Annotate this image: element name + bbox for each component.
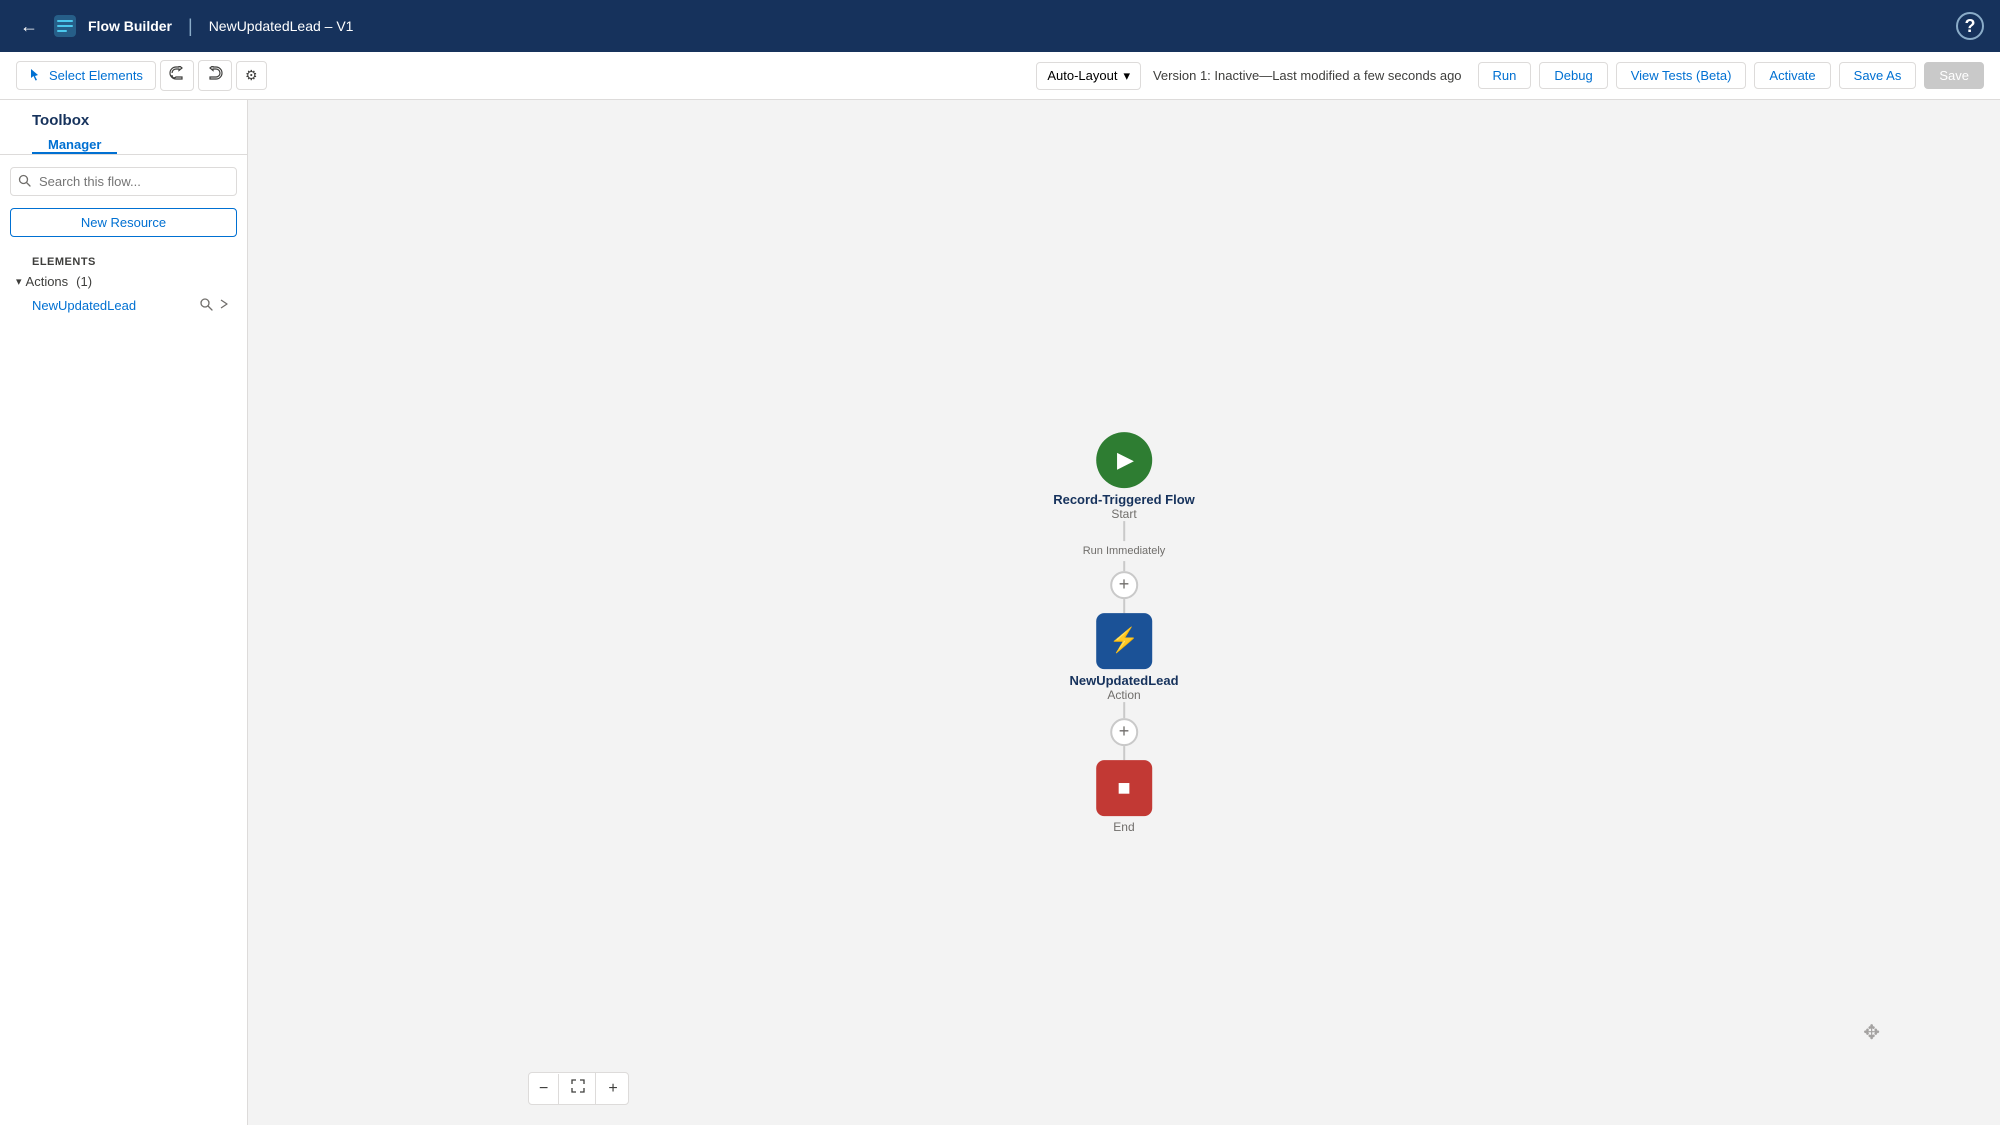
search-input[interactable] [10, 167, 237, 196]
action-item-icons [199, 297, 231, 314]
add-button-1[interactable]: + [1110, 571, 1138, 599]
actions-label: Actions [26, 274, 69, 289]
elements-title: ELEMENTS [16, 252, 112, 272]
save-label: Save [1939, 68, 1969, 83]
sidebar: Toolbox Manager New Resource ELEMENTS ▾ … [0, 100, 248, 1125]
toolbox-title: Toolbox [16, 100, 105, 137]
actions-chevron-icon: ▾ [16, 275, 22, 288]
bolt-icon: ⚡ [1109, 626, 1139, 655]
activate-label: Activate [1769, 68, 1815, 83]
status-message: Version 1: Inactive—Last modified a few … [1153, 68, 1462, 83]
select-elements-button[interactable]: Select Elements [16, 61, 156, 90]
toolbar: Select Elements ⚙ Auto-Layout ▾ Version … [0, 52, 2000, 100]
new-resource-button[interactable]: New Resource [10, 208, 237, 237]
end-node-wrapper: ■ End [1096, 760, 1152, 834]
connector-line-2 [1123, 561, 1125, 571]
flow-name: NewUpdatedLead – V1 [209, 18, 354, 34]
debug-label: Debug [1554, 68, 1592, 83]
save-as-label: Save As [1854, 68, 1902, 83]
actions-count: (1) [76, 274, 92, 289]
play-icon: ▶ [1117, 447, 1134, 473]
start-node-subtitle: Start [1053, 507, 1195, 521]
top-nav: ← Flow Builder | NewUpdatedLead – V1 ? [0, 0, 2000, 52]
activate-button[interactable]: Activate [1754, 62, 1830, 89]
view-tests-label: View Tests (Beta) [1631, 68, 1732, 83]
tab-row: Manager [0, 133, 247, 155]
back-icon: ← [20, 16, 38, 37]
flow-diagram: ▶ Record-Triggered Flow Start Run Immedi… [1053, 432, 1195, 834]
connector-line-3 [1123, 599, 1125, 613]
connector-line-4 [1123, 702, 1125, 718]
layout-button[interactable]: Auto-Layout ▾ [1036, 62, 1141, 90]
zoom-out-button[interactable]: − [529, 1074, 559, 1104]
app-title: Flow Builder [88, 18, 172, 34]
app-icon [54, 15, 76, 37]
zoom-in-button[interactable]: + [598, 1074, 627, 1104]
run-immediately-label: Run Immediately [1083, 545, 1166, 557]
action-item: NewUpdatedLead [0, 293, 247, 318]
start-node[interactable]: ▶ [1096, 432, 1152, 488]
layout-label: Auto-Layout [1047, 68, 1117, 83]
start-node-wrapper: ▶ Record-Triggered Flow Start [1053, 432, 1195, 521]
connector-line-1 [1123, 521, 1125, 541]
action-item-arrow-icon[interactable] [217, 297, 231, 314]
end-node[interactable]: ■ [1096, 760, 1152, 816]
save-button[interactable]: Save [1924, 62, 1984, 89]
run-label: Run [1493, 68, 1517, 83]
action-node-wrapper: ⚡ NewUpdatedLead Action [1069, 613, 1178, 702]
actions-row[interactable]: ▾ Actions (1) [0, 270, 247, 293]
view-tests-button[interactable]: View Tests (Beta) [1616, 62, 1747, 89]
action-item-label[interactable]: NewUpdatedLead [32, 298, 136, 313]
layout-chevron-icon: ▾ [1123, 68, 1130, 84]
action-node[interactable]: ⚡ [1096, 613, 1152, 669]
manager-tab[interactable]: Manager [32, 133, 117, 154]
fit-view-button[interactable] [561, 1073, 596, 1104]
fit-view-icon [571, 1080, 585, 1097]
drag-cursor-icon: ✥ [1863, 1020, 1880, 1045]
zoom-controls: − + [528, 1072, 629, 1105]
start-node-title: Record-Triggered Flow [1053, 492, 1195, 507]
save-as-button[interactable]: Save As [1839, 62, 1917, 89]
run-button[interactable]: Run [1478, 62, 1532, 89]
main-area: Toolbox Manager New Resource ELEMENTS ▾ … [0, 100, 2000, 1125]
action-node-subtitle: Action [1069, 688, 1178, 702]
debug-button[interactable]: Debug [1539, 62, 1607, 89]
cursor-icon [29, 67, 43, 84]
add-button-2[interactable]: + [1110, 718, 1138, 746]
search-box [10, 167, 237, 196]
run-immediately-connector: Run Immediately + [1083, 521, 1166, 613]
settings-button[interactable]: ⚙ [236, 61, 267, 90]
action-end-connector: + [1110, 702, 1138, 760]
redo-button[interactable] [198, 60, 232, 91]
canvas[interactable]: ▶ Record-Triggered Flow Start Run Immedi… [248, 100, 2000, 1125]
connector-line-5 [1123, 746, 1125, 760]
stop-icon: ■ [1117, 775, 1130, 801]
help-button[interactable]: ? [1956, 12, 1984, 40]
action-node-title: NewUpdatedLead [1069, 673, 1178, 688]
nav-divider: | [188, 16, 193, 37]
undo-button[interactable] [160, 60, 194, 91]
search-icon [18, 174, 31, 190]
select-elements-label: Select Elements [49, 68, 143, 83]
status-text: Version 1: Inactive—Last modified a few … [1153, 68, 1462, 83]
start-node-label: Record-Triggered Flow Start [1053, 492, 1195, 521]
end-node-label: End [1113, 820, 1134, 834]
end-node-subtitle: End [1113, 820, 1134, 834]
action-item-search-icon[interactable] [199, 297, 213, 314]
back-button[interactable]: ← [16, 12, 42, 41]
redo-icon [207, 69, 223, 85]
settings-icon: ⚙ [245, 67, 258, 83]
undo-icon [169, 69, 185, 85]
action-node-label: NewUpdatedLead Action [1069, 673, 1178, 702]
help-icon: ? [1965, 16, 1976, 37]
